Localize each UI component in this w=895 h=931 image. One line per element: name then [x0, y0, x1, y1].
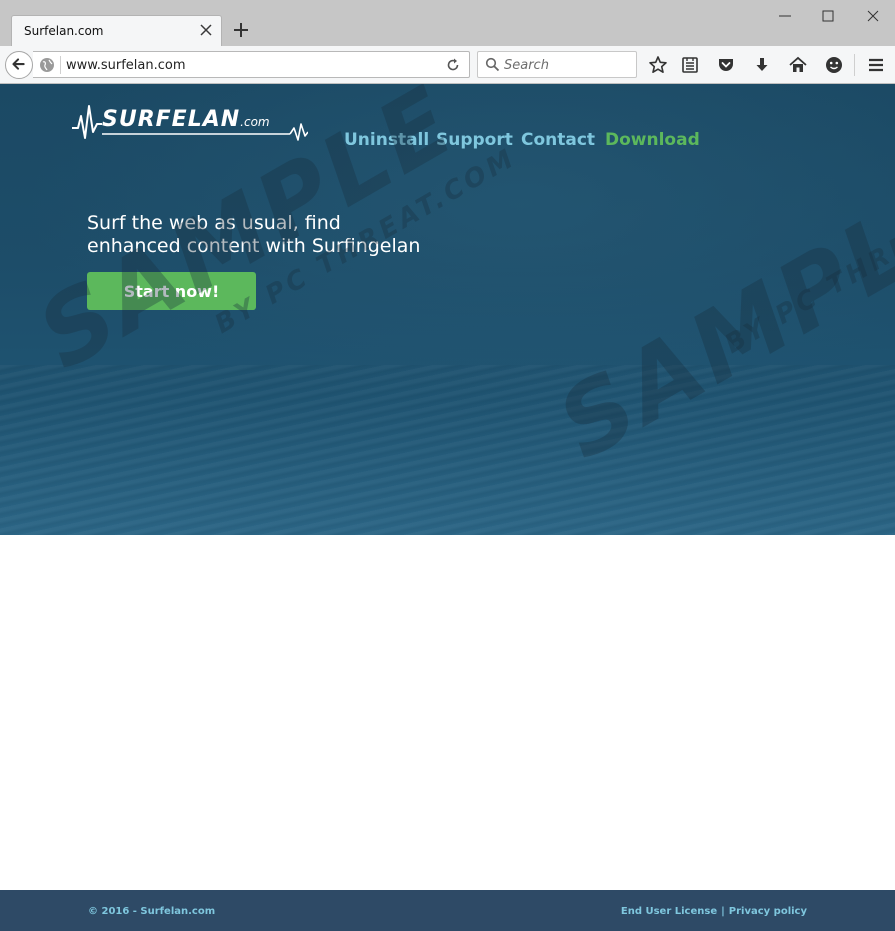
- water-texture: [0, 365, 895, 535]
- nav-uninstall[interactable]: Uninstall: [344, 130, 429, 150]
- close-icon[interactable]: [199, 23, 213, 37]
- hero-headline: Surf the web as usual, find enhanced con…: [87, 212, 467, 258]
- home-icon[interactable]: [788, 55, 808, 75]
- new-tab-icon[interactable]: [233, 22, 249, 38]
- pocket-icon[interactable]: [716, 55, 736, 75]
- smiley-icon[interactable]: [824, 55, 844, 75]
- browser-tab[interactable]: Surfelan.com: [11, 15, 222, 46]
- url-text[interactable]: www.surfelan.com: [66, 58, 185, 73]
- footer-separator: |: [721, 906, 725, 917]
- tab-title: Surfelan.com: [24, 24, 104, 38]
- nav-support[interactable]: Support: [436, 130, 513, 150]
- copyright-text: © 2016 - Surfelan.com: [88, 906, 216, 917]
- start-now-button[interactable]: Start now!: [87, 272, 256, 310]
- reload-icon[interactable]: [445, 57, 461, 73]
- site-footer: © 2016 - Surfelan.com End User License | P…: [0, 890, 895, 931]
- search-input[interactable]: [504, 56, 632, 74]
- privacy-policy-link[interactable]: Privacy policy: [729, 906, 807, 917]
- reading-list-icon[interactable]: [680, 55, 700, 75]
- toolbar-separator: [854, 54, 855, 76]
- headline-line-2: enhanced content with Surfingelan: [87, 235, 421, 257]
- maximize-icon[interactable]: [818, 6, 838, 26]
- logo-name: SURFELAN: [102, 107, 241, 132]
- url-separator: [60, 56, 61, 74]
- site-logo[interactable]: SURFELAN.com: [72, 102, 308, 142]
- arrow-left-icon: [12, 58, 25, 70]
- bookmark-star-icon[interactable]: [648, 55, 668, 75]
- back-button[interactable]: [5, 51, 33, 79]
- hero-section: SURFELAN.com Uninstall Support Contact D…: [0, 84, 895, 535]
- search-icon: [485, 57, 500, 72]
- logo-suffix: .com: [240, 115, 270, 129]
- download-icon[interactable]: [752, 55, 772, 75]
- minimize-icon[interactable]: [775, 6, 795, 26]
- url-bar[interactable]: www.surfelan.com: [33, 51, 470, 78]
- browser-tab-bar: Surfelan.com: [0, 0, 895, 46]
- globe-icon[interactable]: [39, 57, 55, 73]
- nav-download[interactable]: Download: [605, 130, 700, 150]
- watermark-subtext-2: BY PC THREAT.COM: [720, 162, 895, 360]
- window-close-icon[interactable]: [863, 6, 883, 26]
- page-body: [0, 535, 895, 890]
- headline-line-1: Surf the web as usual, find: [87, 212, 341, 234]
- footer-links: End User License | Privacy policy: [621, 906, 807, 917]
- eula-link[interactable]: End User License: [621, 906, 717, 917]
- nav-contact[interactable]: Contact: [521, 130, 595, 150]
- menu-icon[interactable]: [866, 55, 886, 75]
- search-bar[interactable]: [477, 51, 637, 78]
- logo-text: SURFELAN.com: [102, 107, 270, 132]
- browser-nav-bar: www.surfelan.com: [0, 46, 895, 84]
